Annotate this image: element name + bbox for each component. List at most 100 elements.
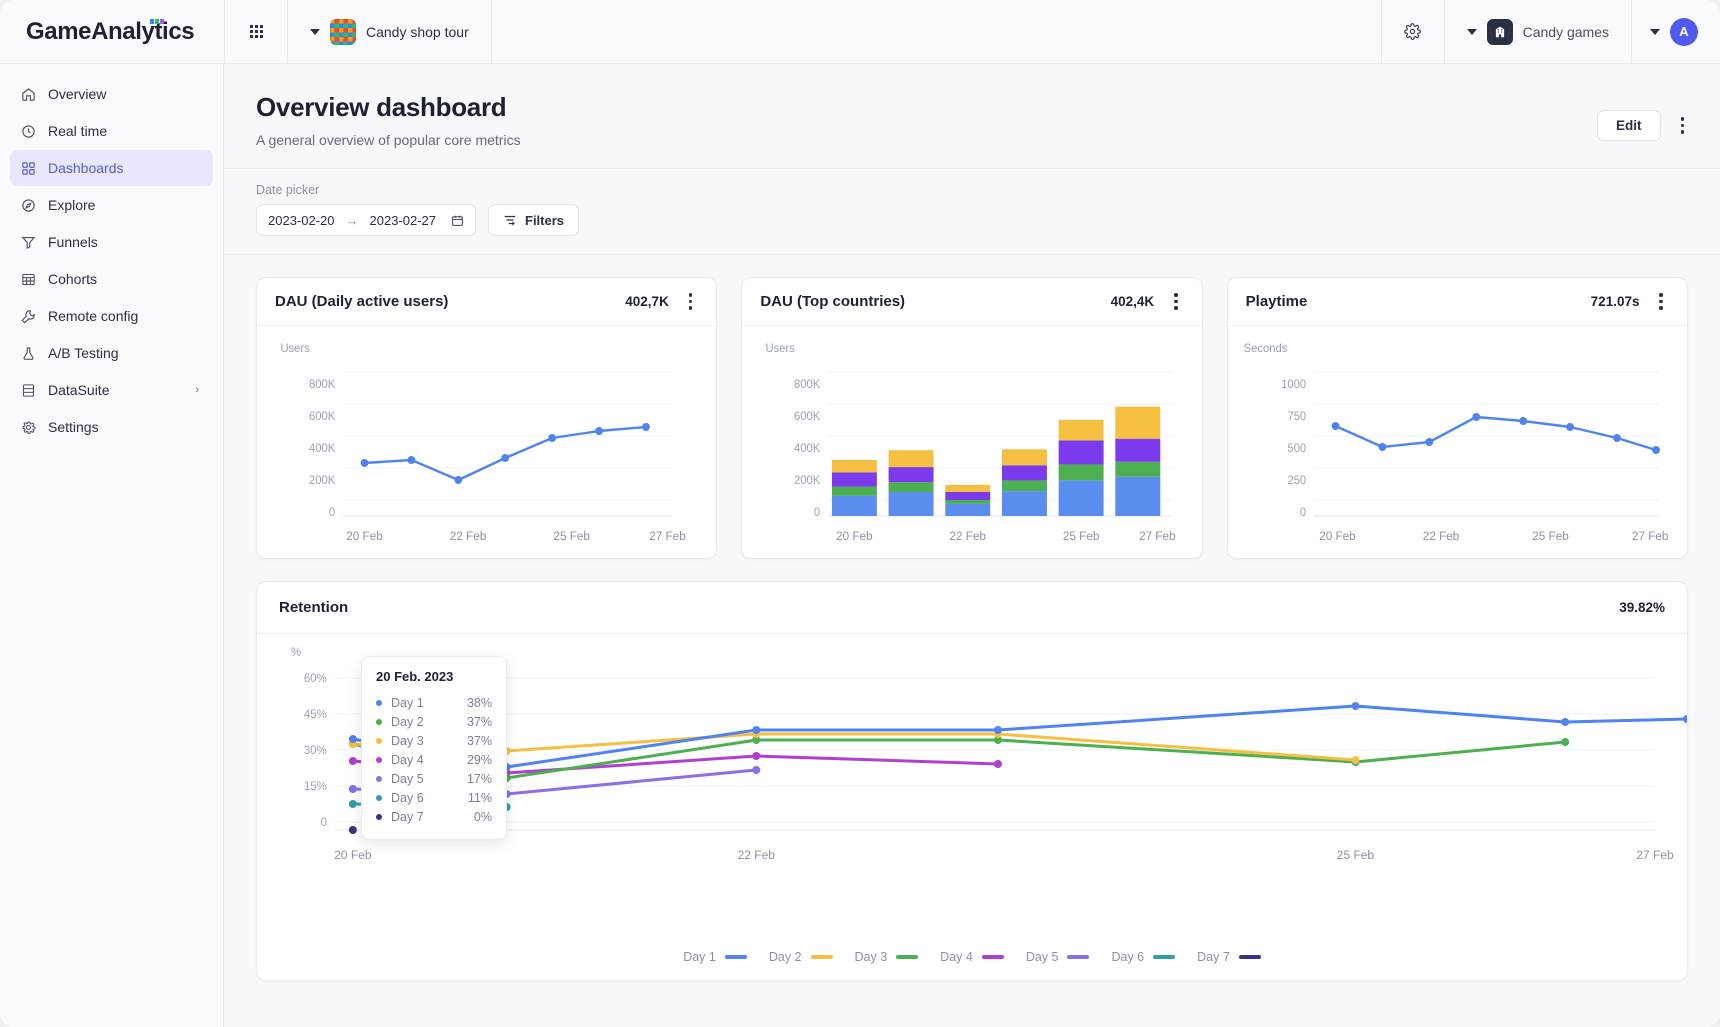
kebab-menu-icon[interactable] <box>1653 289 1669 314</box>
tooltip-row-value: 38% <box>467 696 492 710</box>
svg-text:0: 0 <box>321 817 327 829</box>
bar-group <box>1116 407 1161 516</box>
sidebar: Overview Real time Dashboards Explore Fu <box>0 64 224 1027</box>
legend-item-day-4[interactable]: Day 4 <box>940 950 1004 964</box>
bar-group <box>889 450 934 516</box>
card-header: DAU (Daily active users) 402,7K <box>257 278 716 326</box>
tooltip-row-label: Day 1 <box>391 696 467 710</box>
retention-series-points <box>349 702 1687 834</box>
svg-text:400K: 400K <box>794 443 821 455</box>
retention-tooltip: 20 Feb. 2023 Day 1 38% Day 2 37% <box>361 656 507 840</box>
legend-item-day-3[interactable]: Day 3 <box>855 950 919 964</box>
card-title: DAU (Top countries) <box>760 293 905 310</box>
main-content: Overview dashboard A general overview of… <box>224 64 1720 1027</box>
svg-text:0: 0 <box>1300 507 1306 519</box>
legend-label: Day 5 <box>1026 950 1059 964</box>
sidebar-item-funnels[interactable]: Funnels <box>10 224 213 260</box>
legend-item-day-1[interactable]: Day 1 <box>683 950 747 964</box>
svg-text:1000: 1000 <box>1281 379 1306 391</box>
y-axis-unit: Users <box>280 343 310 355</box>
sidebar-item-real-time[interactable]: Real time <box>10 113 213 149</box>
apps-grid-button[interactable] <box>225 0 287 63</box>
card-headline-value: 39.82% <box>1619 600 1665 615</box>
card-header: Retention 39.82% <box>257 582 1687 634</box>
sidebar-item-settings[interactable]: Settings <box>10 409 213 445</box>
organization-selector[interactable]: Candy games <box>1445 0 1631 63</box>
date-range-picker[interactable]: 2023-02-20 → 2023-02-27 <box>256 204 476 236</box>
card-headline-value: 721.07s <box>1591 294 1640 309</box>
sidebar-item-remote-config[interactable]: Remote config <box>10 298 213 334</box>
tooltip-row: Day 3 37% <box>376 731 492 750</box>
svg-text:27 Feb: 27 Feb <box>649 529 686 543</box>
sidebar-item-label: Explore <box>48 197 95 213</box>
tooltip-row-value: 37% <box>467 715 492 729</box>
svg-text:400K: 400K <box>309 443 336 455</box>
game-selector[interactable]: Candy shop tour <box>288 0 491 63</box>
legend-label: Day 2 <box>769 950 802 964</box>
tooltip-row-value: 11% <box>468 791 492 805</box>
sidebar-item-ab-testing[interactable]: A/B Testing <box>10 335 213 371</box>
clock-icon <box>20 123 36 139</box>
card-title: DAU (Daily active users) <box>275 293 448 310</box>
filters-label: Filters <box>525 213 564 228</box>
settings-button[interactable] <box>1382 0 1444 63</box>
svg-text:25 Feb: 25 Feb <box>1063 529 1100 543</box>
svg-text:27 Feb: 27 Feb <box>1139 529 1176 543</box>
svg-text:600K: 600K <box>309 411 336 423</box>
sidebar-item-dashboards[interactable]: Dashboards <box>10 150 213 186</box>
date-end-value: 2023-02-27 <box>370 213 437 228</box>
y-axis-ticks: 1000 750 500 250 0 <box>1281 379 1306 519</box>
svg-text:45%: 45% <box>304 709 327 721</box>
tooltip-row-value: 37% <box>467 734 492 748</box>
tooltip-row-label: Day 6 <box>391 791 468 805</box>
topbar-spacer <box>492 0 1381 63</box>
gridlines <box>343 372 671 516</box>
svg-text:20 Feb: 20 Feb <box>1319 529 1356 543</box>
svg-text:60%: 60% <box>304 673 327 685</box>
organization-name-label: Candy games <box>1523 24 1609 40</box>
database-icon <box>20 382 36 398</box>
legend-item-day-6[interactable]: Day 6 <box>1111 950 1175 964</box>
card-title: Retention <box>279 599 348 616</box>
retention-legend: Day 1 Day 2 Day 3 Day 4 <box>257 944 1687 980</box>
svg-text:27 Feb: 27 Feb <box>1636 848 1674 862</box>
chevron-right-icon: › <box>195 384 199 396</box>
legend-item-day-5[interactable]: Day 5 <box>1026 950 1090 964</box>
dau-top-countries-bar-chart[interactable]: Users 800K 600K 400K <box>742 326 1201 558</box>
kebab-menu-icon[interactable] <box>683 289 699 314</box>
dau-line-chart[interactable]: Users 800K 600K 400K <box>257 326 716 558</box>
tooltip-row: Day 7 0% <box>376 807 492 826</box>
legend-item-day-2[interactable]: Day 2 <box>769 950 833 964</box>
tooltip-row: Day 2 37% <box>376 712 492 731</box>
svg-text:750: 750 <box>1287 411 1306 423</box>
tooltip-title: 20 Feb. 2023 <box>376 669 492 684</box>
flask-icon <box>20 345 36 361</box>
sidebar-item-label: Overview <box>48 86 106 102</box>
sidebar-item-overview[interactable]: Overview <box>10 76 213 112</box>
x-axis-ticks: 20 Feb 22 Feb 25 Feb 27 Feb <box>334 848 1674 862</box>
sidebar-item-datasuite[interactable]: DataSuite › <box>10 372 213 408</box>
svg-text:800K: 800K <box>794 379 821 391</box>
series-color-dot <box>376 719 382 725</box>
tooltip-row-label: Day 2 <box>391 715 467 729</box>
kebab-menu-icon[interactable] <box>1675 113 1691 138</box>
y-axis-unit: % <box>291 647 301 659</box>
user-menu[interactable]: A <box>1632 0 1720 63</box>
sidebar-item-explore[interactable]: Explore <box>10 187 213 223</box>
sidebar-item-cohorts[interactable]: Cohorts <box>10 261 213 297</box>
filters-button[interactable]: Filters <box>488 204 579 236</box>
tooltip-row-label: Day 4 <box>391 753 467 767</box>
wrench-icon <box>20 308 36 324</box>
card-body: % 60% 45% 30% <box>257 634 1687 944</box>
legend-item-day-7[interactable]: Day 7 <box>1197 950 1261 964</box>
sidebar-item-label: Dashboards <box>48 160 124 176</box>
playtime-line-chart[interactable]: Seconds 1000 750 500 <box>1228 326 1687 558</box>
table-icon <box>20 271 36 287</box>
edit-button[interactable]: Edit <box>1597 110 1661 141</box>
y-axis-ticks: 800K 600K 400K 200K 0 <box>794 379 821 519</box>
grid-apps-icon <box>250 25 263 38</box>
brand-logo[interactable]: GameAnalytics <box>0 0 224 63</box>
series-day-3 <box>353 740 1565 778</box>
kebab-menu-icon[interactable] <box>1168 289 1184 314</box>
legend-label: Day 7 <box>1197 950 1230 964</box>
